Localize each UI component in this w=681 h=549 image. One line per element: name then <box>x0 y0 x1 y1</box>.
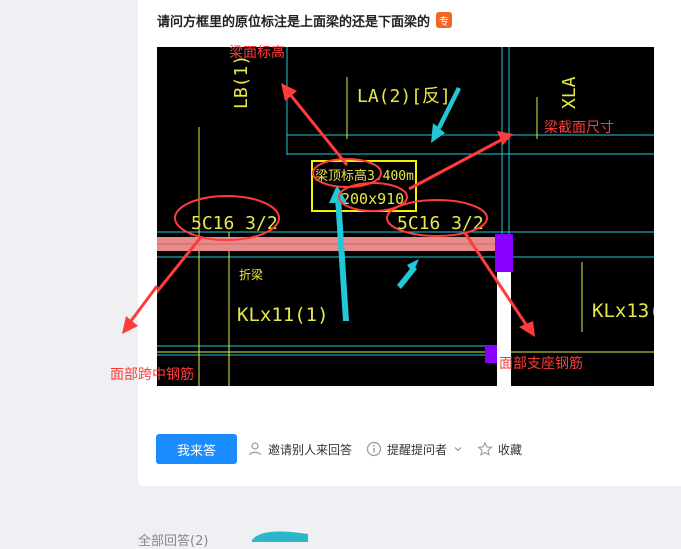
question-actions: 我来答 邀请别人来回答 提醒提问者 收藏 <box>156 434 536 464</box>
collect-action[interactable]: 收藏 <box>477 441 522 458</box>
chevron-down-icon <box>454 447 462 452</box>
person-icon <box>248 442 262 456</box>
collect-label: 收藏 <box>498 442 523 457</box>
answer-button[interactable]: 我来答 <box>156 434 237 464</box>
remind-label: 提醒提问者 <box>387 442 448 457</box>
info-icon <box>366 441 382 457</box>
invite-label: 邀请别人来回答 <box>268 442 353 457</box>
star-icon <box>477 441 493 456</box>
remind-action[interactable]: 提醒提问者 <box>366 441 463 458</box>
annotation-beam-elev: 梁面标高 <box>229 44 285 61</box>
annotation-support-rebar: 面部支座钢筋 <box>499 355 583 372</box>
annotation-section-size: 梁截面尺寸 <box>544 120 614 136</box>
invite-action[interactable]: 邀请别人来回答 <box>247 441 352 458</box>
annotation-midspan-rebar: 面部跨中钢筋 <box>110 366 194 383</box>
annotation-layer: 梁面标高 梁截面尺寸 面部跨中钢筋 面部支座钢筋 <box>110 44 614 383</box>
